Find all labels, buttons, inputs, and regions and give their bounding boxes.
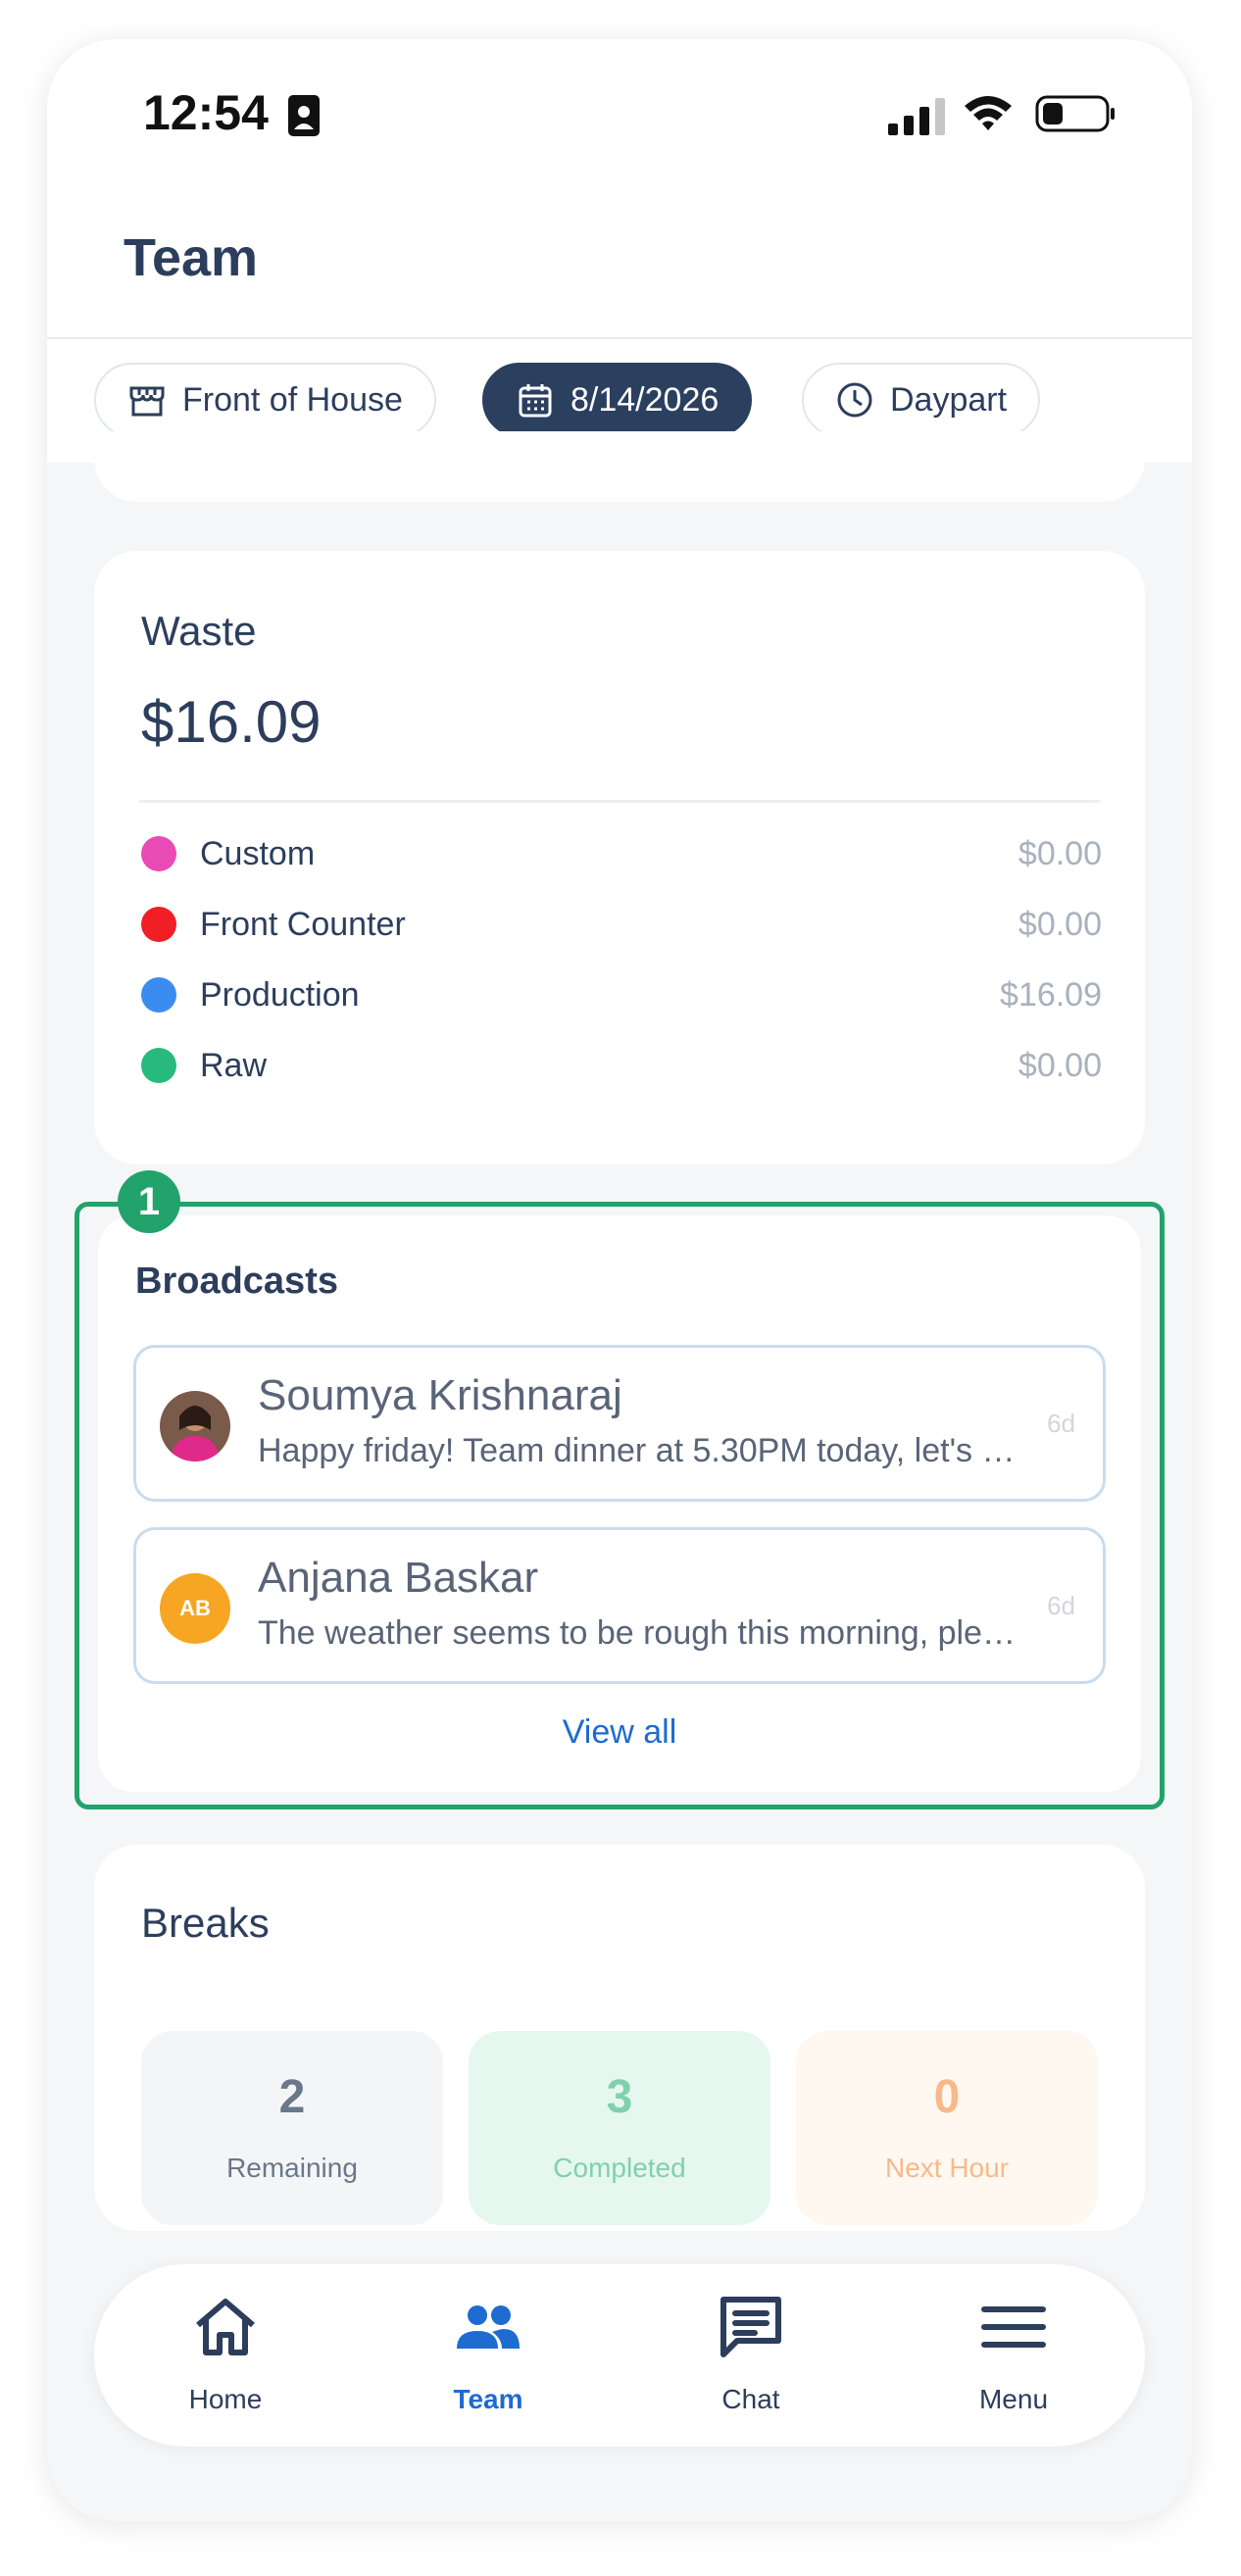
annotation-highlight-box — [74, 1202, 1165, 1809]
raw-dot — [141, 1048, 176, 1083]
waste-title: Waste — [141, 608, 257, 654]
stat-label: Completed — [553, 2153, 686, 2183]
daypart-filter-label: Daypart — [890, 380, 1008, 419]
waste-legend-row: Raw $0.00 — [141, 1041, 1102, 1090]
waste-legend-label: Production — [200, 975, 360, 1014]
waste-legend-row: Custom $0.00 — [141, 829, 1102, 878]
page-title: Team — [124, 228, 259, 287]
tab-label: Menu — [978, 2384, 1049, 2414]
menu-icon — [981, 2306, 1046, 2348]
custom-dot — [141, 836, 176, 871]
waste-legend-value: $0.00 — [1018, 905, 1102, 943]
location-filter-label: Front of House — [182, 380, 403, 419]
bottom-tab-bar: Home Team Chat Menu — [94, 2264, 1145, 2447]
clock-icon — [837, 382, 872, 418]
remaining-stat: 2 Remaining — [141, 2031, 443, 2225]
completed-stat: 3 Completed — [469, 2031, 770, 2225]
team-icon — [457, 2305, 520, 2349]
date-filter-label: 8/14/2026 — [571, 380, 720, 419]
header-divider — [47, 337, 1192, 339]
home-icon — [196, 2299, 255, 2355]
waste-legend-value: $0.00 — [1018, 834, 1102, 872]
stat-value: 3 — [606, 2071, 633, 2123]
waste-card: Waste $16.09 Custom $0.00 Front Counter … — [94, 551, 1145, 1164]
front-counter-dot — [141, 907, 176, 942]
waste-legend-label: Raw — [200, 1046, 268, 1084]
tab-label: Team — [453, 2384, 523, 2414]
battery-icon — [1035, 95, 1115, 132]
wifi-icon — [965, 96, 1012, 130]
waste-legend-label: Front Counter — [200, 905, 406, 943]
calendar-icon — [519, 384, 552, 418]
tab-label: Home — [188, 2384, 263, 2414]
waste-legend-value: $0.00 — [1018, 1046, 1102, 1084]
waste-legend-row: Production $16.09 — [141, 970, 1102, 1019]
contact-card-icon — [288, 95, 320, 136]
tab-home[interactable]: Home — [94, 2264, 357, 2447]
waste-legend-row: Front Counter $0.00 — [141, 900, 1102, 949]
stat-value: 2 — [278, 2071, 306, 2123]
status-bar: 12:54 — [47, 39, 1192, 186]
breaks-title: Breaks — [141, 1900, 270, 1946]
waste-total: $16.09 — [141, 689, 322, 755]
stat-value: 0 — [933, 2071, 961, 2123]
stat-label: Next Hour — [884, 2153, 1010, 2183]
waste-legend-label: Custom — [200, 834, 316, 872]
chat-icon — [720, 2297, 781, 2357]
date-filter-chip[interactable]: 8/14/2026 — [482, 363, 753, 437]
store-icon — [129, 386, 165, 417]
stat-label: Remaining — [226, 2153, 358, 2183]
waste-legend-value: $16.09 — [1000, 975, 1102, 1014]
tab-menu[interactable]: Menu — [882, 2264, 1145, 2447]
phone-screen: 12:54 Team Front of House 8/14/2026 Dayp… — [47, 39, 1192, 2521]
location-filter-chip[interactable]: Front of House — [94, 363, 436, 437]
production-dot — [141, 977, 176, 1013]
tab-label: Chat — [721, 2384, 780, 2414]
breaks-card: Breaks 2 Remaining 3 Completed 0 Next Ho… — [94, 1845, 1145, 2231]
cellular-signal-icon — [888, 98, 945, 135]
tab-team[interactable]: Team — [357, 2264, 620, 2447]
waste-divider — [139, 800, 1100, 803]
tab-chat[interactable]: Chat — [620, 2264, 882, 2447]
status-time: 12:54 — [143, 85, 269, 140]
annotation-badge: 1 — [118, 1170, 180, 1233]
daypart-filter-chip[interactable]: Daypart — [802, 363, 1041, 437]
previous-card-bottom — [94, 431, 1145, 502]
next-hour-stat: 0 Next Hour — [796, 2031, 1098, 2225]
